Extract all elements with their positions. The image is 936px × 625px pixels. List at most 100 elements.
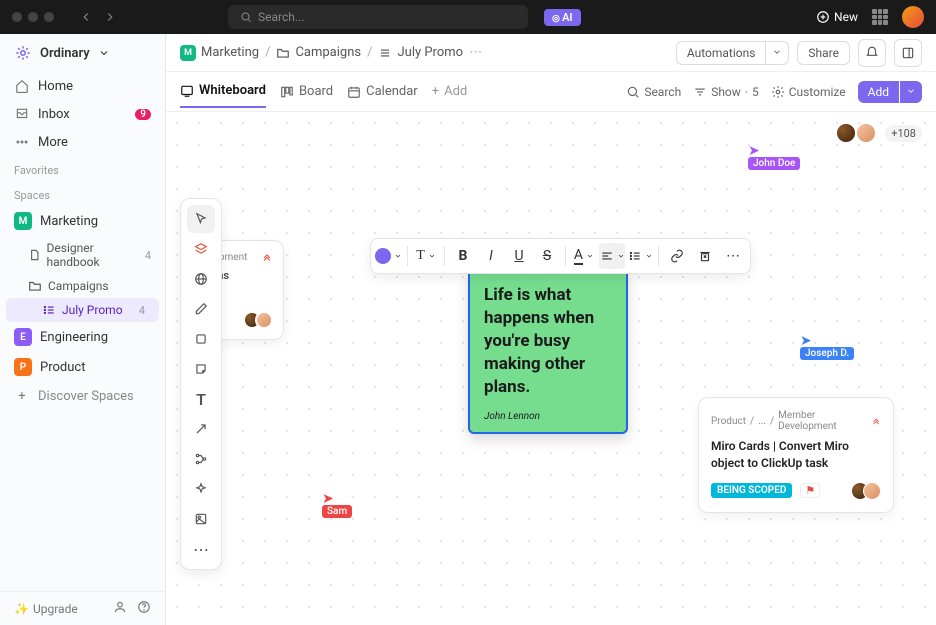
strike-icon: S <box>543 248 551 264</box>
breadcrumb-seg-campaigns[interactable]: Campaigns <box>276 45 361 60</box>
whiteboard-canvas[interactable]: +108 T ⋯ ...pment <box>166 112 936 625</box>
add-button[interactable]: Add <box>858 81 899 103</box>
space-marketing[interactable]: M Marketing <box>0 206 165 236</box>
breadcrumb-seg-july[interactable]: July Promo <box>378 45 463 60</box>
show-button[interactable]: Show · 5 <box>693 85 759 99</box>
apps-icon[interactable] <box>872 9 888 25</box>
text-color-button[interactable]: A <box>571 243 597 269</box>
text-icon: T <box>196 390 206 409</box>
tab-calendar[interactable]: Calendar <box>347 76 418 107</box>
more-format[interactable]: ⋯ <box>720 243 746 269</box>
stack-tool[interactable] <box>187 235 215 263</box>
dots-icon: ⋯ <box>193 540 209 559</box>
italic-icon: I <box>489 248 493 264</box>
font-picker[interactable]: T <box>413 243 439 269</box>
relation-tool[interactable] <box>187 445 215 473</box>
nav-more[interactable]: More <box>0 128 165 156</box>
pen-tool[interactable] <box>187 295 215 323</box>
view-search-button[interactable]: Search <box>626 85 681 99</box>
nodes-icon <box>194 452 208 466</box>
tree-designer-handbook[interactable]: Designer handbook 4 <box>0 236 165 274</box>
pointer-tool[interactable] <box>187 205 215 233</box>
ai-badge[interactable]: ◎ AI <box>544 9 581 26</box>
space-engineering[interactable]: E Engineering <box>0 322 165 352</box>
search-placeholder: Search... <box>258 10 304 24</box>
nav-back-button[interactable] <box>74 5 98 29</box>
automations-button[interactable]: Automations <box>676 41 790 65</box>
delete-button[interactable] <box>692 243 718 269</box>
search-input[interactable]: Search... <box>228 5 528 29</box>
folder-icon <box>276 46 290 60</box>
search-icon <box>626 85 640 99</box>
color-picker[interactable] <box>375 243 402 269</box>
notifications-button[interactable] <box>858 39 886 67</box>
bold-button[interactable]: B <box>450 243 476 269</box>
delete-icon <box>698 249 712 263</box>
breadcrumb-more[interactable]: ⋯ <box>469 45 482 60</box>
bullet-list-icon <box>628 249 642 263</box>
nav-home[interactable]: Home <box>0 72 165 100</box>
space-product-icon: P <box>14 358 32 376</box>
nav-forward-button[interactable] <box>98 5 122 29</box>
cursor-icon: ➤ <box>322 492 352 506</box>
inbox-icon <box>14 106 30 122</box>
underline-button[interactable]: U <box>506 243 532 269</box>
image-tool[interactable] <box>187 505 215 533</box>
nav-inbox[interactable]: Inbox 9 <box>0 100 165 128</box>
settings-icon <box>771 85 785 99</box>
list-icon <box>378 46 392 60</box>
space-product[interactable]: P Product <box>0 352 165 382</box>
customize-button[interactable]: Customize <box>771 85 846 99</box>
user-avatar[interactable] <box>902 6 924 28</box>
sticky-note[interactable]: Life is what happens when you're busy ma… <box>468 268 628 434</box>
discover-spaces[interactable]: + Discover Spaces <box>0 382 165 410</box>
task-card-miro[interactable]: Product / ... / Member Development Miro … <box>698 397 894 513</box>
image-icon <box>194 512 208 526</box>
share-button[interactable]: Share <box>797 41 850 65</box>
space-marketing-icon: M <box>14 212 32 230</box>
tree-july-promo[interactable]: July Promo 4 <box>6 298 159 322</box>
shape-tool[interactable] <box>187 325 215 353</box>
new-button[interactable]: New <box>816 10 858 24</box>
workspace-switcher[interactable]: Ordinary <box>0 34 165 72</box>
text-tool[interactable]: T <box>187 385 215 413</box>
list-button[interactable] <box>627 243 653 269</box>
priority-flag[interactable]: ⚑ <box>800 483 820 498</box>
breadcrumb-seg-marketing[interactable]: M Marketing <box>180 45 259 61</box>
add-view-button[interactable]: + Add <box>432 76 468 107</box>
avatar <box>863 482 881 500</box>
collaborators[interactable]: +108 <box>835 122 922 144</box>
strike-button[interactable]: S <box>534 243 560 269</box>
ai-tool[interactable] <box>187 475 215 503</box>
web-tool[interactable] <box>187 265 215 293</box>
text-color-icon: A <box>574 247 583 265</box>
help-icon[interactable] <box>137 600 151 617</box>
link-icon <box>670 249 684 263</box>
align-button[interactable] <box>599 243 625 269</box>
connector-tool[interactable] <box>187 415 215 443</box>
clickup-icon <box>871 415 881 427</box>
underline-icon: U <box>514 248 523 264</box>
link-button[interactable] <box>664 243 690 269</box>
chevron-down-icon[interactable] <box>765 41 789 65</box>
tab-board[interactable]: Board <box>280 76 333 107</box>
status-tag[interactable]: BEING SCOPED <box>711 483 792 498</box>
sticky-author: John Lennon <box>484 411 612 422</box>
search-icon <box>240 11 252 23</box>
upgrade-button[interactable]: ✨ Upgrade <box>14 602 78 616</box>
italic-button[interactable]: I <box>478 243 504 269</box>
spaces-label: Spaces <box>0 181 165 206</box>
window-controls[interactable] <box>12 12 54 22</box>
whiteboard-toolbar: T ⋯ <box>180 198 222 570</box>
panel-button[interactable] <box>894 39 922 67</box>
tree-campaigns[interactable]: Campaigns <box>0 274 165 298</box>
tab-whiteboard[interactable]: Whiteboard <box>180 75 266 108</box>
more-tools[interactable]: ⋯ <box>187 535 215 563</box>
add-dropdown-button[interactable] <box>900 81 922 103</box>
calendar-icon <box>347 85 361 99</box>
workspace-logo-icon <box>14 44 32 62</box>
collab-more-count[interactable]: +108 <box>885 125 922 142</box>
invite-icon[interactable] <box>113 600 127 617</box>
sticky-tool[interactable] <box>187 355 215 383</box>
space-engineering-icon: E <box>14 328 32 346</box>
